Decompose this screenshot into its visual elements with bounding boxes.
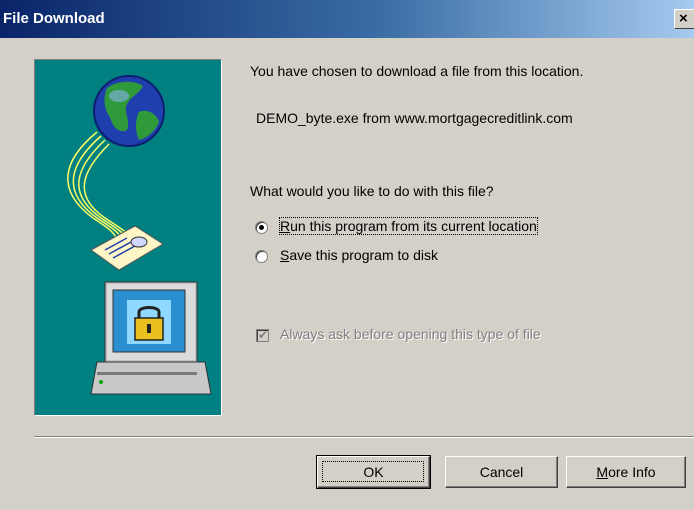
download-illustration-icon (34, 59, 222, 416)
focus-rectangle (322, 461, 424, 482)
checkmark-icon: ✔ (258, 328, 269, 342)
more-info-button-label: More Info (596, 464, 656, 480)
cancel-button[interactable]: Cancel (445, 456, 558, 488)
dialog-title: File Download (3, 10, 105, 27)
title-bar[interactable]: File Download × (0, 0, 694, 38)
question-text: What would you like to do with this file… (250, 183, 494, 199)
intro-text: You have chosen to download a file from … (250, 63, 584, 79)
radio-selected-dot (259, 225, 264, 230)
always-ask-checkbox[interactable]: ✔ (256, 328, 269, 342)
save-program-radio[interactable] (255, 250, 268, 263)
file-download-dialog: File Download × You have chosen to downl… (0, 0, 694, 510)
close-icon[interactable]: × (674, 9, 694, 29)
file-source-text: DEMO_byte.exe from www.mortgagecreditlin… (256, 110, 573, 126)
save-program-label[interactable]: Save this program to disk (280, 247, 438, 263)
run-program-radio[interactable] (255, 221, 268, 234)
cancel-button-label: Cancel (479, 464, 524, 480)
ok-button[interactable]: OK (316, 455, 431, 489)
run-program-label[interactable]: Run this program from its current locati… (279, 217, 538, 235)
separator (34, 436, 694, 438)
always-ask-label[interactable]: Always ask before opening this type of f… (280, 326, 541, 342)
more-info-button[interactable]: More Info (566, 456, 686, 488)
